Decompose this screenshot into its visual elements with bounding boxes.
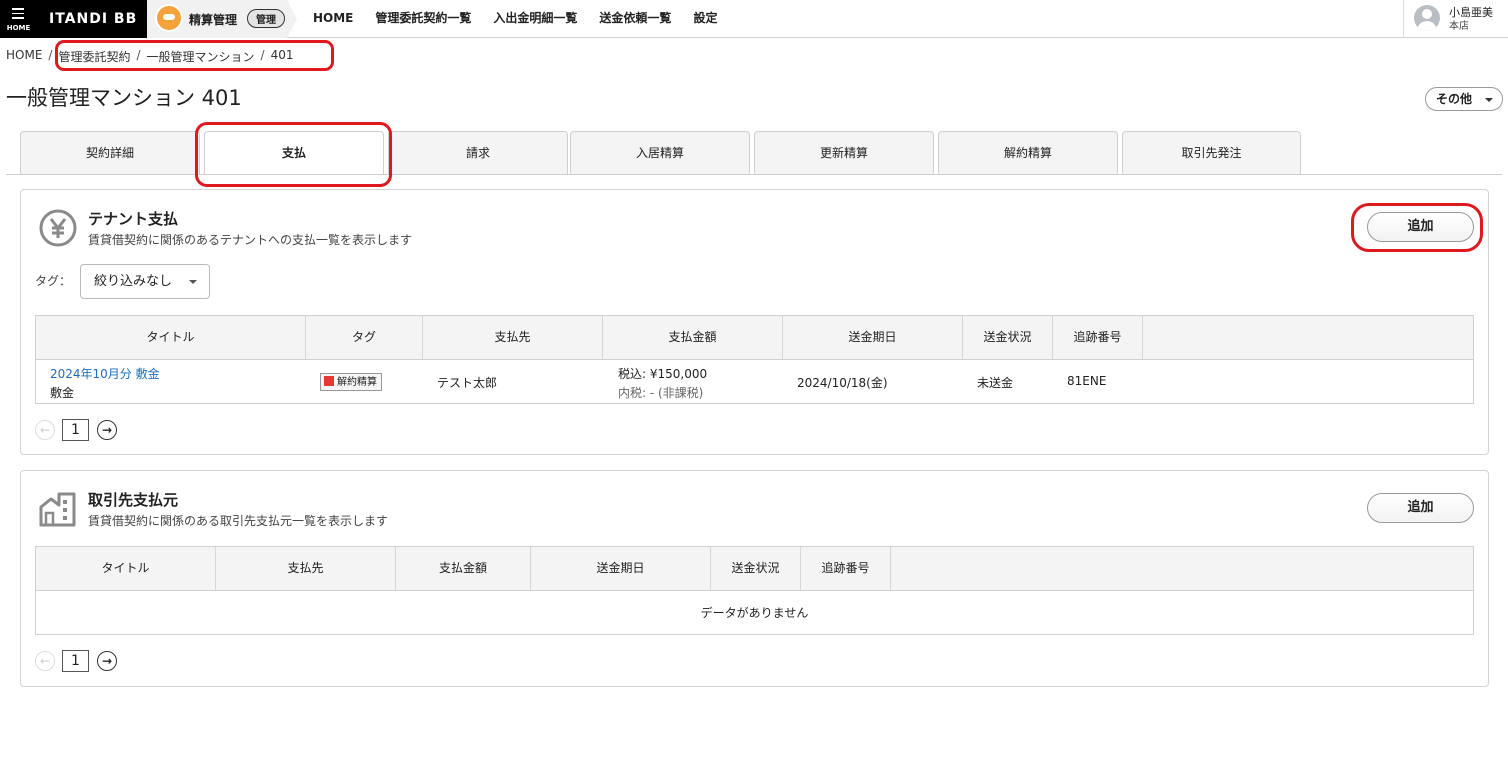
mascot-icon xyxy=(155,4,183,32)
tab-contract-details[interactable]: 契約詳細 xyxy=(20,131,200,174)
tenant-payments-panel: テナント支払 賃貸借契約に関係のあるテナントへの支払一覧を表示します 追加 タグ… xyxy=(20,189,1489,455)
breadcrumb-item-contract[interactable]: 管理委託契約 xyxy=(58,48,130,65)
tabs-divider xyxy=(6,174,1502,175)
avatar-icon xyxy=(1414,5,1440,31)
tab-vendor-orders[interactable]: 取引先発注 xyxy=(1122,131,1301,174)
tag-filter-select[interactable]: 絞り込みなし xyxy=(80,264,210,299)
brand-logo[interactable]: ITANDI BB xyxy=(37,0,147,38)
page-title: 一般管理マンション 401 xyxy=(6,86,242,110)
table-header: タイトル タグ 支払先 支払金額 送金期日 送金状況 追跡番号 xyxy=(36,316,1473,360)
section-description: 賃貸借契約に関係のある取引先支払元一覧を表示します xyxy=(88,514,389,528)
tax-note: 内税: - (非課税) xyxy=(618,386,704,400)
tab-payments[interactable]: 支払 xyxy=(204,131,384,175)
tab-renewal-settlement[interactable]: 更新精算 xyxy=(754,131,934,174)
other-menu-label: その他 xyxy=(1436,92,1473,106)
home-menu-button[interactable]: HOME xyxy=(0,0,37,38)
col-tag: タグ xyxy=(306,316,423,360)
caret-down-icon xyxy=(1485,98,1493,102)
add-tenant-payment-button[interactable]: 追加 xyxy=(1367,212,1474,242)
top-bar: HOME ITANDI BB 精算管理 管理 HOME 管理委託契約一覧 入出金… xyxy=(0,0,1508,38)
table-header: タイトル 支払先 支払金額 送金期日 送金状況 追跡番号 xyxy=(36,547,1473,591)
payment-title-link[interactable]: 2024年10月分 敷金 xyxy=(50,365,160,382)
breadcrumb: HOME / 管理委託契約 / 一般管理マンション / 401 xyxy=(6,48,293,65)
menu-icon xyxy=(12,8,24,22)
app-role-badge: 管理 xyxy=(247,9,285,28)
tag-filter-value: 絞り込みなし xyxy=(94,274,173,289)
col-title: タイトル xyxy=(36,547,216,591)
col-amount: 支払金額 xyxy=(396,547,531,591)
prev-page-icon[interactable]: ← xyxy=(35,651,55,671)
breadcrumb-separator: / xyxy=(48,48,53,62)
app-switcher[interactable]: 精算管理 管理 xyxy=(147,0,297,38)
breadcrumb-item-room: 401 xyxy=(270,48,294,62)
next-page-icon[interactable]: → xyxy=(97,420,117,440)
col-due-date: 送金期日 xyxy=(783,316,963,360)
nav-management-contracts[interactable]: 管理委託契約一覧 xyxy=(375,0,471,38)
remittance-status: 未送金 xyxy=(977,376,1014,390)
breadcrumb-separator: / xyxy=(136,48,141,62)
breadcrumb-separator: / xyxy=(260,48,265,62)
tracking-number: 81ENE xyxy=(1067,374,1107,388)
nav-home[interactable]: HOME xyxy=(313,0,353,38)
user-branch: 本店 xyxy=(1449,21,1469,32)
nav-remittance-requests[interactable]: 送金依頼一覧 xyxy=(599,0,671,38)
tab-move-in-settlement[interactable]: 入居精算 xyxy=(570,131,750,174)
tenant-payments-table: タイトル タグ 支払先 支払金額 送金期日 送金状況 追跡番号 2024年10月… xyxy=(35,315,1474,404)
user-menu[interactable]: 小島亜美 本店 xyxy=(1403,0,1508,38)
building-icon xyxy=(39,492,76,527)
col-tracking: 追跡番号 xyxy=(1053,316,1143,360)
payment-amount: 税込: ¥150,000 xyxy=(618,367,708,381)
vendor-payment-sources-panel: 取引先支払元 賃貸借契約に関係のある取引先支払元一覧を表示します 追加 タイトル… xyxy=(20,470,1489,687)
tag-filter-label: タグ： xyxy=(35,274,72,288)
col-status: 送金状況 xyxy=(711,547,801,591)
section-title: 取引先支払元 xyxy=(88,491,179,509)
section-title: テナント支払 xyxy=(88,210,179,228)
section-description: 賃貸借契約に関係のあるテナントへの支払一覧を表示します xyxy=(88,233,413,247)
tab-termination-settlement[interactable]: 解約精算 xyxy=(938,131,1118,174)
due-date: 2024/10/18(金) xyxy=(797,376,888,390)
col-status: 送金状況 xyxy=(963,316,1053,360)
tag-chip-label: 解約精算 xyxy=(337,377,377,388)
breadcrumb-item-property[interactable]: 一般管理マンション xyxy=(147,48,255,65)
col-tracking: 追跡番号 xyxy=(801,547,891,591)
other-menu-button[interactable]: その他 xyxy=(1425,87,1503,111)
caret-down-icon xyxy=(189,280,197,284)
payee-name: テスト太郎 xyxy=(437,376,498,390)
col-due-date: 送金期日 xyxy=(531,547,711,591)
main-nav: HOME 管理委託契約一覧 入出金明細一覧 送金依頼一覧 設定 xyxy=(313,0,739,38)
current-page[interactable]: 1 xyxy=(62,419,89,441)
next-page-icon[interactable]: → xyxy=(97,651,117,671)
breadcrumb-home[interactable]: HOME xyxy=(6,48,42,65)
app-name: 精算管理 xyxy=(189,13,238,27)
nav-settings[interactable]: 設定 xyxy=(693,0,717,38)
col-title: タイトル xyxy=(36,316,306,360)
empty-state: データがありません xyxy=(700,606,809,620)
col-payee: 支払先 xyxy=(423,316,603,360)
nav-transactions[interactable]: 入出金明細一覧 xyxy=(493,0,577,38)
vendor-sources-table: タイトル 支払先 支払金額 送金期日 送金状況 追跡番号 データがありません xyxy=(35,546,1474,635)
yen-icon xyxy=(39,209,77,247)
home-menu-label: HOME xyxy=(6,24,31,32)
tag-chip: 解約精算 xyxy=(320,373,382,391)
prev-page-icon[interactable]: ← xyxy=(35,420,55,440)
tag-color-swatch xyxy=(324,376,334,386)
col-amount: 支払金額 xyxy=(603,316,783,360)
add-vendor-source-button[interactable]: 追加 xyxy=(1367,493,1474,523)
payment-subtitle: 敷金 xyxy=(50,386,75,400)
table-row[interactable]: 2024年10月分 敷金 敷金 解約精算 テスト太郎 税込: ¥150,000 … xyxy=(36,360,1473,404)
tab-billing[interactable]: 請求 xyxy=(388,131,568,174)
current-page[interactable]: 1 xyxy=(62,650,89,672)
col-payee: 支払先 xyxy=(216,547,396,591)
